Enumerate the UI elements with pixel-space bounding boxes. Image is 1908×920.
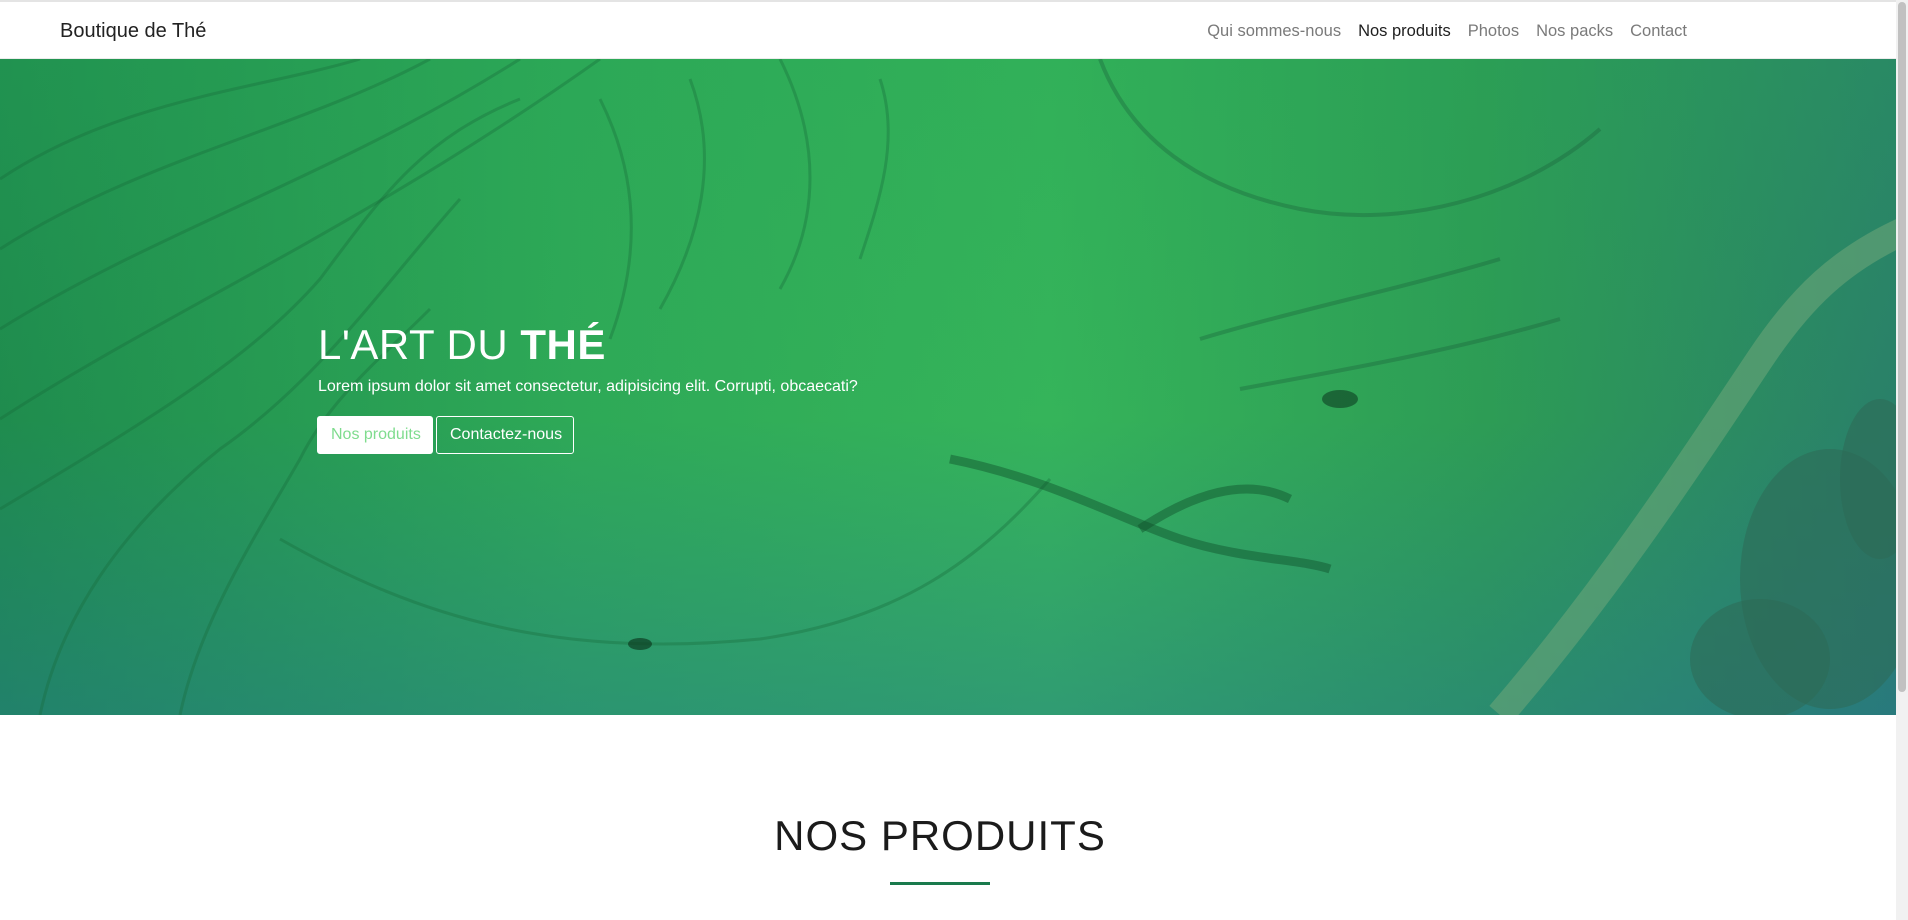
nav-link-photos[interactable]: Photos: [1468, 22, 1519, 41]
section-divider: [890, 882, 990, 885]
navbar: Boutique de Thé Qui sommes-nous Nos prod…: [0, 0, 1908, 59]
section-title: NOS PRODUITS: [774, 812, 1106, 859]
hero-title-bold: THÉ: [520, 321, 606, 368]
hero-title-light: L'ART DU: [318, 321, 521, 368]
nos-produits-button[interactable]: Nos produits: [317, 416, 433, 454]
nav-menu: Qui sommes-nous Nos produits Photos Nos …: [1207, 22, 1687, 41]
nav-link-nos-packs[interactable]: Nos packs: [1536, 22, 1613, 41]
page-scrollbar[interactable]: [1896, 0, 1908, 920]
nav-link-contact[interactable]: Contact: [1630, 22, 1687, 41]
contactez-nous-button[interactable]: Contactez-nous: [436, 416, 574, 454]
brand-logo[interactable]: Boutique de Thé: [60, 20, 206, 43]
nav-link-nos-produits[interactable]: Nos produits: [1358, 22, 1451, 41]
nav-link-qui-sommes-nous[interactable]: Qui sommes-nous: [1207, 22, 1341, 41]
hero-subtitle: Lorem ipsum dolor sit amet consectetur, …: [318, 378, 858, 395]
hero-banner: L'ART DU THÉ Lorem ipsum dolor sit amet …: [0, 59, 1908, 715]
rice-terrace-image: [0, 59, 1908, 715]
hero-title: L'ART DU THÉ: [318, 321, 606, 369]
scrollbar-thumb[interactable]: [1898, 2, 1906, 692]
